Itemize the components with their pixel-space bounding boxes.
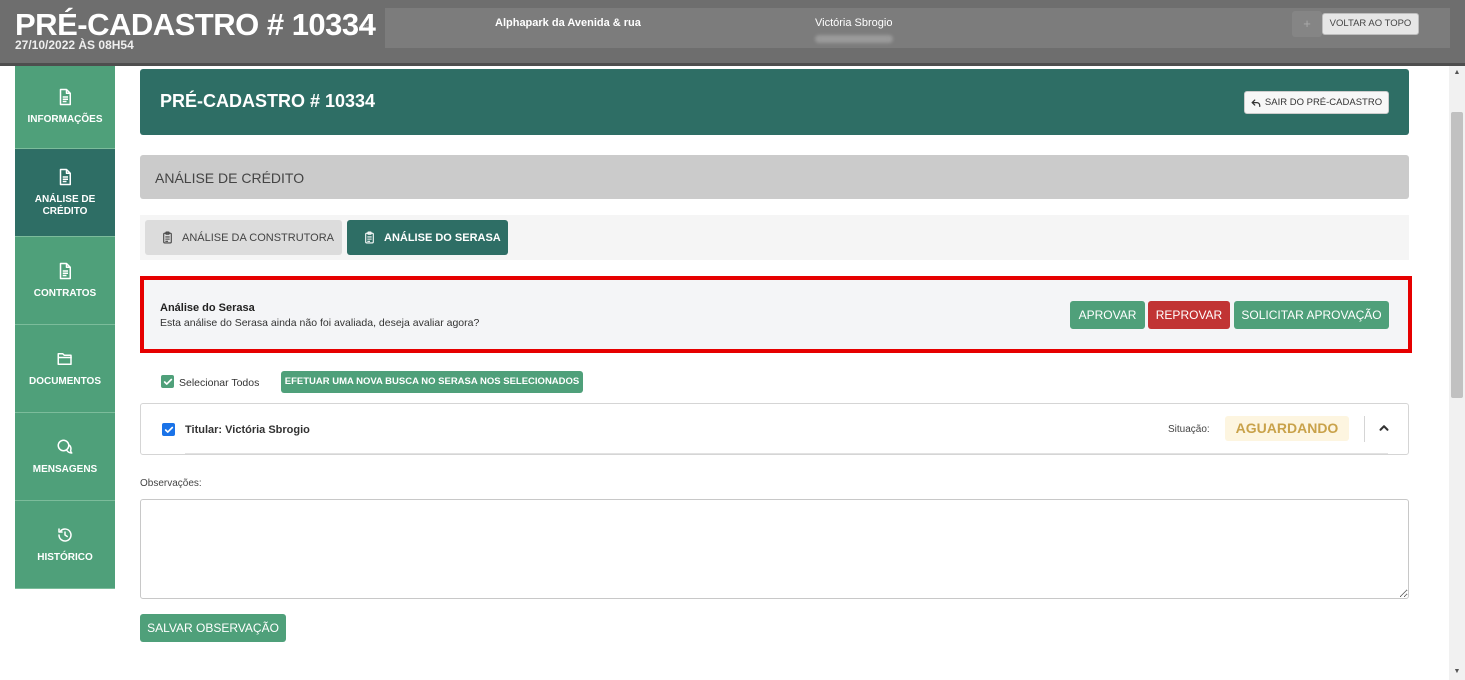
tab-analise-serasa[interactable]: ANÁLISE DO SERASA: [347, 220, 508, 255]
request-approval-button[interactable]: SOLICITAR APROVAÇÃO: [1234, 301, 1389, 329]
chevron-up-icon[interactable]: [1377, 421, 1391, 435]
back-to-top-button[interactable]: VOLTAR AO TOPO: [1322, 13, 1419, 35]
document-icon: [59, 168, 71, 185]
holder-name: Titular: Victória Sbrogio: [185, 424, 310, 436]
chat-icon: [57, 439, 73, 454]
select-all-label[interactable]: Selecionar Todos: [179, 377, 259, 389]
analysis-description: Esta análise do Serasa ainda não foi ava…: [160, 317, 480, 329]
document-icon: [59, 88, 71, 106]
registration-date: 27/10/2022 ÀS 08H54: [15, 38, 134, 52]
sidebar-item-analise-de-credito[interactable]: ANÁLISE DE CRÉDITO: [15, 149, 115, 237]
sidebar-item-label: CONTRATOS: [33, 287, 97, 299]
exit-pre-registration-button[interactable]: SAIR DO PRÉ-CADASTRO: [1244, 91, 1389, 114]
analysis-tabs: ANÁLISE DA CONSTRUTORA ANÁLISE DO SERASA: [140, 215, 1409, 260]
analysis-title: Análise do Serasa: [160, 302, 255, 314]
clipboard-icon: [163, 231, 172, 244]
sidebar-item-informacoes[interactable]: INFORMAÇÕES: [15, 60, 115, 149]
approve-button[interactable]: APROVAR: [1070, 301, 1145, 329]
tab-analise-construtora[interactable]: ANÁLISE DA CONSTRUTORA: [145, 220, 342, 255]
holder-card: Titular: Victória Sbrogio Situação: AGUA…: [140, 403, 1409, 455]
history-icon: [58, 527, 72, 542]
document-icon: [59, 262, 71, 279]
sidebar-nav: INFORMAÇÕES ANÁLISE DE CRÉDITO CONTRATOS…: [15, 60, 115, 589]
sidebar-item-historico[interactable]: HISTÓRICO: [15, 501, 115, 589]
tab-label: ANÁLISE DA CONSTRUTORA: [182, 231, 334, 244]
sidebar-item-label: DOCUMENTOS: [28, 375, 102, 387]
sidebar-item-documentos[interactable]: DOCUMENTOS: [15, 325, 115, 413]
top-overlay-bar: os PRÉ-CADASTRO # 10334 27/10/2022 ÀS 08…: [0, 0, 1465, 66]
holder-checkbox[interactable]: [162, 423, 175, 436]
sidebar-item-mensagens[interactable]: MENSAGENS: [15, 413, 115, 501]
sidebar-item-label: INFORMAÇÕES: [27, 114, 103, 125]
clipboard-icon: [365, 231, 374, 244]
blurred-client-info: [815, 35, 893, 43]
observations-textarea[interactable]: [140, 499, 1409, 599]
page-title: PRÉ-CADASTRO # 10334: [160, 91, 376, 111]
scroll-down-arrow-icon[interactable]: ▼: [1451, 668, 1463, 675]
scroll-up-arrow-icon[interactable]: ▲: [1451, 69, 1463, 76]
section-title: ANÁLISE DE CRÉDITO: [155, 170, 305, 186]
divider: [1364, 416, 1365, 442]
checkmark-icon: [164, 426, 173, 433]
serasa-analysis-panel: Análise do Serasa Esta análise do Serasa…: [140, 276, 1412, 353]
sidebar-item-label: ANÁLISE DE CRÉDITO: [34, 193, 96, 217]
observations-label: Observações:: [140, 478, 202, 489]
sidebar-item-label: HISTÓRICO: [37, 551, 93, 563]
reject-button[interactable]: REPROVAR: [1148, 301, 1230, 329]
client-name: Victória Sbrogio: [815, 17, 893, 29]
section-header: ANÁLISE DE CRÉDITO: [140, 155, 1409, 199]
enterprise-name: Alphapark da Avenida & rua: [495, 17, 641, 29]
add-icon[interactable]: +: [1292, 11, 1322, 37]
folder-icon: [57, 352, 72, 365]
exit-button-label: SAIR DO PRÉ-CADASTRO: [1264, 97, 1383, 108]
select-all-checkbox[interactable]: [161, 375, 174, 388]
save-observation-button[interactable]: SALVAR OBSERVAÇÃO: [140, 614, 286, 642]
holder-underline: [185, 453, 1388, 454]
tab-label: ANÁLISE DO SERASA: [384, 231, 501, 244]
new-serasa-search-button[interactable]: EFETUAR UMA NOVA BUSCA NO SERASA NOS SEL…: [281, 371, 583, 393]
checkmark-icon: [163, 378, 172, 385]
page-header-card: PRÉ-CADASTRO # 10334 SAIR DO PRÉ-CADASTR…: [140, 69, 1409, 135]
reply-arrow-icon: [1251, 98, 1261, 107]
sidebar-item-label: MENSAGENS: [32, 463, 98, 475]
status-badge: AGUARDANDO: [1225, 416, 1349, 441]
status-label: Situação:: [1168, 424, 1210, 435]
scrollbar-thumb[interactable]: [1451, 112, 1463, 398]
sidebar-item-contratos[interactable]: CONTRATOS: [15, 237, 115, 325]
